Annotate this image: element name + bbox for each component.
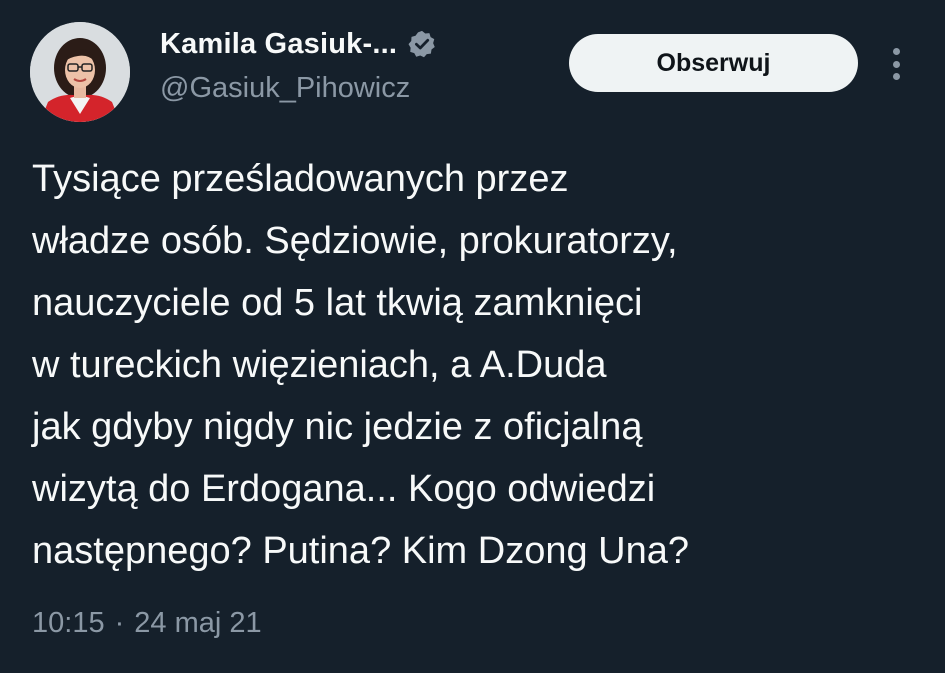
author-name-row: Kamila Gasiuk-... (160, 24, 437, 64)
tweet-text: Tysiące prześladowanych przez władze osó… (32, 148, 912, 582)
more-dot (892, 73, 900, 80)
tweet-text-line: jak gdyby nigdy nic jedzie z oficjalną (32, 406, 643, 448)
tweet-text-line: Tysiące prześladowanych przez (32, 158, 569, 200)
tweet-time: 10:15 (32, 607, 105, 639)
tweet-text-line: władze osób. Sędziowie, prokuratorzy, (32, 220, 678, 262)
author-display-name[interactable]: Kamila Gasiuk-... (160, 28, 397, 61)
avatar-image (30, 22, 130, 122)
tweet-text-line: nauczyciele od 5 lat tkwią zamknięci (32, 282, 643, 324)
more-dot (892, 60, 900, 68)
follow-button[interactable]: Obserwuj (569, 34, 858, 92)
more-options-icon[interactable] (886, 44, 906, 84)
avatar[interactable] (30, 22, 130, 122)
tweet-text-line: w tureckich więzieniach, a A.Duda (32, 344, 607, 386)
tweet-card: Kamila Gasiuk-... @Gasiuk_Pihowicz Obser… (0, 0, 945, 673)
tweet-text-line: wizytą do Erdogana... Kogo odwiedzi (32, 468, 656, 510)
verified-badge-icon (407, 29, 437, 59)
author-handle[interactable]: @Gasiuk_Pihowicz (160, 72, 410, 105)
more-dot (892, 48, 900, 55)
tweet-text-line: następnego? Putina? Kim Dzong Una? (32, 530, 690, 572)
tweet-date: 24 maj 21 (134, 607, 262, 639)
tweet-timestamp[interactable]: 10:15 · 24 maj 21 (32, 607, 262, 640)
timestamp-separator: · (114, 607, 125, 639)
